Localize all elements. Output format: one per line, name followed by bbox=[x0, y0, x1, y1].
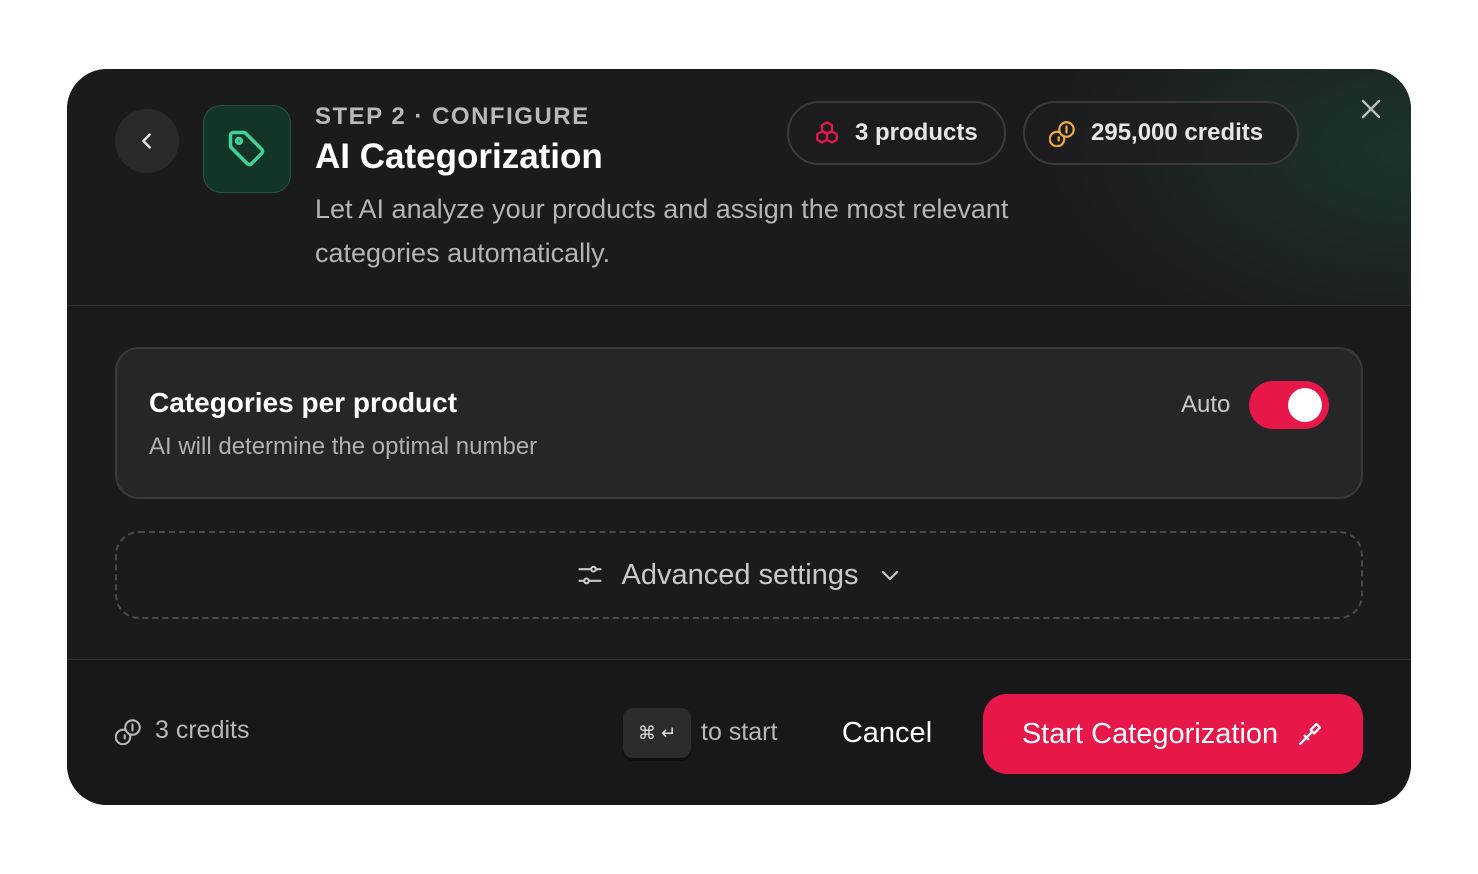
wand-icon bbox=[1296, 720, 1324, 748]
tag-icon bbox=[228, 130, 265, 167]
start-button-label: Start Categorization bbox=[1021, 717, 1279, 750]
ai-categorization-modal: STEP 2 · CONFIGURE AI Categorization Let… bbox=[67, 69, 1411, 805]
step-label: STEP 2 · CONFIGURE bbox=[315, 103, 590, 130]
categories-subtitle: AI will determine the optimal number bbox=[149, 433, 538, 460]
chevron-left-icon bbox=[142, 133, 151, 149]
close-button[interactable] bbox=[1357, 95, 1385, 123]
back-button[interactable] bbox=[115, 109, 179, 173]
categories-title: Categories per product bbox=[149, 387, 458, 418]
tag-icon-box bbox=[203, 105, 291, 193]
advanced-settings-button[interactable]: Advanced settings bbox=[115, 531, 1363, 619]
sliders-icon bbox=[576, 561, 604, 589]
auto-label: Auto bbox=[1181, 391, 1231, 418]
close-icon bbox=[1361, 99, 1381, 119]
credit-cost-label: 3 credits bbox=[155, 716, 250, 744]
start-categorization-button[interactable]: Start Categorization bbox=[983, 694, 1363, 774]
modal-footer: 3 credits ⌘ ↵ to start Cancel Start Cate… bbox=[67, 659, 1411, 805]
advanced-settings-label: Advanced settings bbox=[621, 558, 859, 591]
keyboard-shortcut: ⌘ ↵ bbox=[623, 708, 691, 758]
credits-badge-label: 295,000 credits bbox=[1091, 119, 1264, 146]
page-title: AI Categorization bbox=[315, 137, 603, 176]
coins-icon bbox=[1049, 119, 1077, 147]
toggle-knob bbox=[1288, 388, 1322, 422]
categories-per-product-card: Categories per product AI will determine… bbox=[115, 347, 1363, 499]
description: Let AI analyze your products and assign … bbox=[315, 194, 1009, 268]
cancel-button[interactable]: Cancel bbox=[825, 700, 949, 766]
shortcut-hint: to start bbox=[701, 718, 778, 746]
chevron-down-icon bbox=[878, 563, 902, 587]
credits-badge: 295,000 credits bbox=[1023, 101, 1299, 165]
credit-cost: 3 credits bbox=[115, 716, 249, 745]
products-badge: 3 products bbox=[787, 101, 1006, 165]
modal-header: STEP 2 · CONFIGURE AI Categorization Let… bbox=[67, 69, 1411, 306]
auto-toggle[interactable] bbox=[1249, 381, 1329, 429]
coins-icon bbox=[115, 717, 143, 745]
boxes-icon bbox=[813, 119, 841, 147]
products-badge-label: 3 products bbox=[855, 119, 978, 146]
